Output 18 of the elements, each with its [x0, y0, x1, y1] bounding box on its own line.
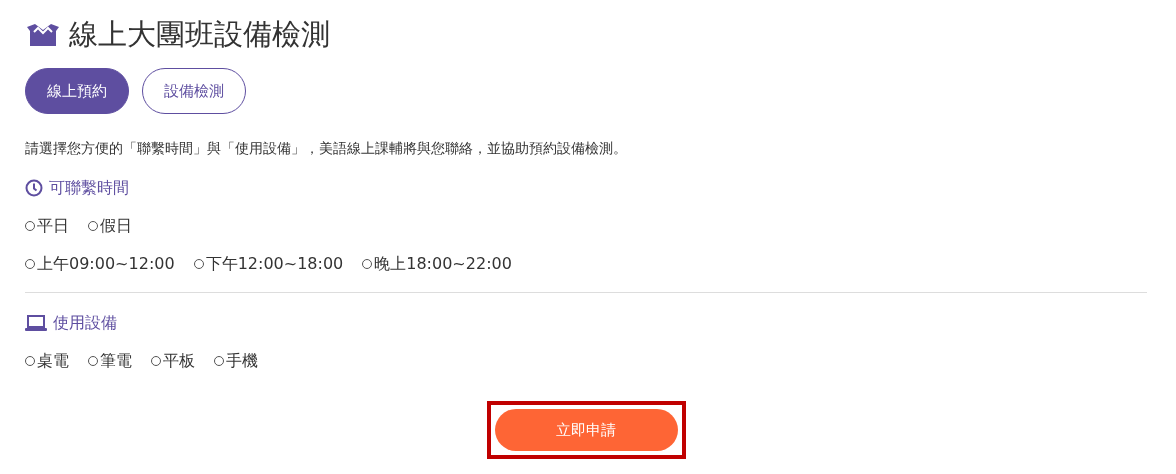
section-heading: 可聯繫時間 — [49, 177, 129, 199]
description-text: 請選擇您方便的「聯繫時間」與「使用設備」，美語線上課輔將與您聯絡，並協助預約設備檢測。 — [25, 140, 628, 158]
radio-option[interactable]: 下午12:00~18:00 — [193, 253, 344, 275]
page-title: 線上大團班設備檢測 — [69, 16, 330, 53]
radio-option[interactable]: 晚上18:00~22:00 — [362, 253, 512, 275]
radio-option[interactable]: 平板 — [151, 350, 195, 372]
radio-option[interactable]: 手機 — [214, 350, 258, 372]
radio-option[interactable]: 上午09:00~12:00 — [25, 253, 175, 275]
clock-icon — [25, 179, 43, 197]
radio-option[interactable]: 筆電 — [88, 350, 132, 372]
laptop-icon — [25, 314, 47, 332]
tab[interactable]: 線上預約 — [25, 68, 129, 114]
radio-option[interactable]: 假日 — [88, 215, 132, 237]
tab[interactable]: 設備檢測 — [142, 68, 246, 114]
radio-option[interactable]: 平日 — [25, 215, 69, 237]
radio-option[interactable]: 桌電 — [25, 350, 69, 372]
section-heading: 使用設備 — [53, 312, 117, 334]
box-icon — [25, 23, 61, 47]
